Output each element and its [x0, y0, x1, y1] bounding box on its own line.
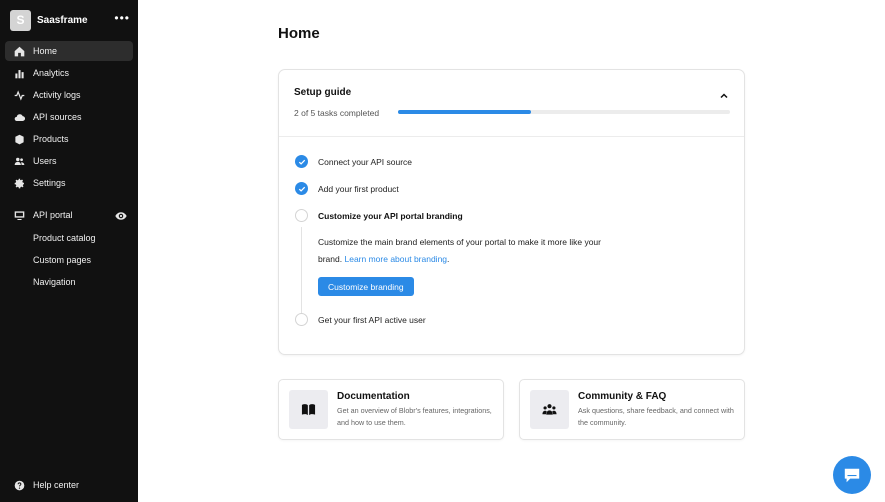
sidebar-item-label: API portal — [33, 210, 73, 220]
task-label: Get your first API active user — [318, 314, 426, 325]
community-icon — [530, 390, 569, 429]
sidebar-item-label: Products — [33, 134, 69, 144]
task-first-active-user[interactable]: Get your first API active user — [295, 313, 426, 326]
progress-text: 2 of 5 tasks completed — [294, 108, 380, 118]
sidebar-item-label: Home — [33, 46, 58, 56]
sidebar-item-label: API sources — [33, 112, 82, 122]
workspace-avatar: S — [10, 9, 31, 31]
learn-more-branding-link[interactable]: Learn more about branding — [344, 254, 447, 264]
workspace-name: Saasframe — [37, 14, 88, 26]
sidebar-item-label: Help center — [33, 480, 80, 490]
monitor-icon — [13, 209, 25, 221]
cloud-icon — [13, 111, 25, 123]
task-label: Connect your API source — [318, 156, 413, 167]
progress-fill — [398, 110, 531, 114]
sidebar-item-api-portal[interactable]: API portal — [5, 205, 133, 225]
sidebar-subitem-navigation[interactable]: Navigation — [33, 277, 76, 287]
workspace-switcher[interactable]: S Saasframe ••• — [10, 9, 130, 31]
page-title: Home — [278, 25, 320, 42]
sidebar-item-api-sources[interactable]: API sources — [5, 107, 133, 127]
check-circle-icon — [295, 155, 308, 168]
chat-icon — [843, 466, 861, 484]
bar-chart-icon — [13, 67, 25, 79]
more-horizontal-icon[interactable]: ••• — [114, 12, 130, 26]
task-connect-api-source[interactable]: Connect your API source — [295, 155, 412, 168]
customize-branding-button[interactable]: Customize branding — [318, 277, 414, 296]
progress-bar — [398, 110, 730, 114]
resource-description: Ask questions, share feedback, and conne… — [578, 406, 734, 427]
check-circle-icon — [295, 182, 308, 195]
sidebar-item-label: Activity logs — [33, 90, 81, 100]
sidebar-item-analytics[interactable]: Analytics — [5, 63, 133, 83]
users-icon — [13, 155, 25, 167]
setup-guide-card: Setup guide 2 of 5 tasks completed Conne… — [278, 69, 745, 355]
sidebar-item-settings[interactable]: Settings — [5, 173, 133, 193]
resource-description: Get an overview of Blobr's features, int… — [337, 406, 492, 427]
sidebar-subitem-custom-pages[interactable]: Custom pages — [33, 255, 91, 265]
chevron-up-icon[interactable] — [719, 88, 729, 99]
chat-launcher-button[interactable] — [833, 456, 871, 494]
setup-guide-title: Setup guide — [294, 87, 352, 98]
help-circle-icon — [13, 479, 25, 491]
activity-icon — [13, 89, 25, 101]
sidebar-subitem-product-catalog[interactable]: Product catalog — [33, 233, 96, 243]
sidebar-item-users[interactable]: Users — [5, 151, 133, 171]
task-description: Customize the main brand elements of you… — [318, 237, 601, 264]
sidebar-item-home[interactable]: Home — [5, 41, 133, 61]
empty-circle-icon — [295, 209, 308, 222]
task-customize-branding[interactable]: Customize your API portal branding — [295, 209, 463, 222]
gear-icon — [13, 177, 25, 189]
sidebar: S Saasframe ••• Home Analytics Activity … — [0, 0, 138, 502]
home-icon — [13, 45, 25, 57]
eye-icon[interactable] — [115, 209, 127, 221]
task-label: Customize your API portal branding — [318, 210, 463, 221]
task-add-first-product[interactable]: Add your first product — [295, 182, 399, 195]
resource-title: Community & FAQ — [578, 391, 667, 402]
empty-circle-icon — [295, 313, 308, 326]
book-icon — [289, 390, 328, 429]
community-faq-card[interactable]: Community & FAQ Ask questions, share fee… — [519, 379, 745, 440]
task-connector-line — [301, 227, 302, 315]
sidebar-item-label: Users — [33, 156, 57, 166]
divider — [279, 136, 744, 137]
task-label: Add your first product — [318, 183, 399, 194]
sidebar-item-help-center[interactable]: Help center — [5, 475, 133, 495]
sidebar-item-activity-logs[interactable]: Activity logs — [5, 85, 133, 105]
resource-title: Documentation — [337, 391, 410, 402]
sidebar-item-label: Settings — [33, 178, 66, 188]
sidebar-item-label: Analytics — [33, 68, 70, 78]
sidebar-item-products[interactable]: Products — [5, 129, 133, 149]
box-icon — [13, 133, 25, 145]
documentation-card[interactable]: Documentation Get an overview of Blobr's… — [278, 379, 504, 440]
